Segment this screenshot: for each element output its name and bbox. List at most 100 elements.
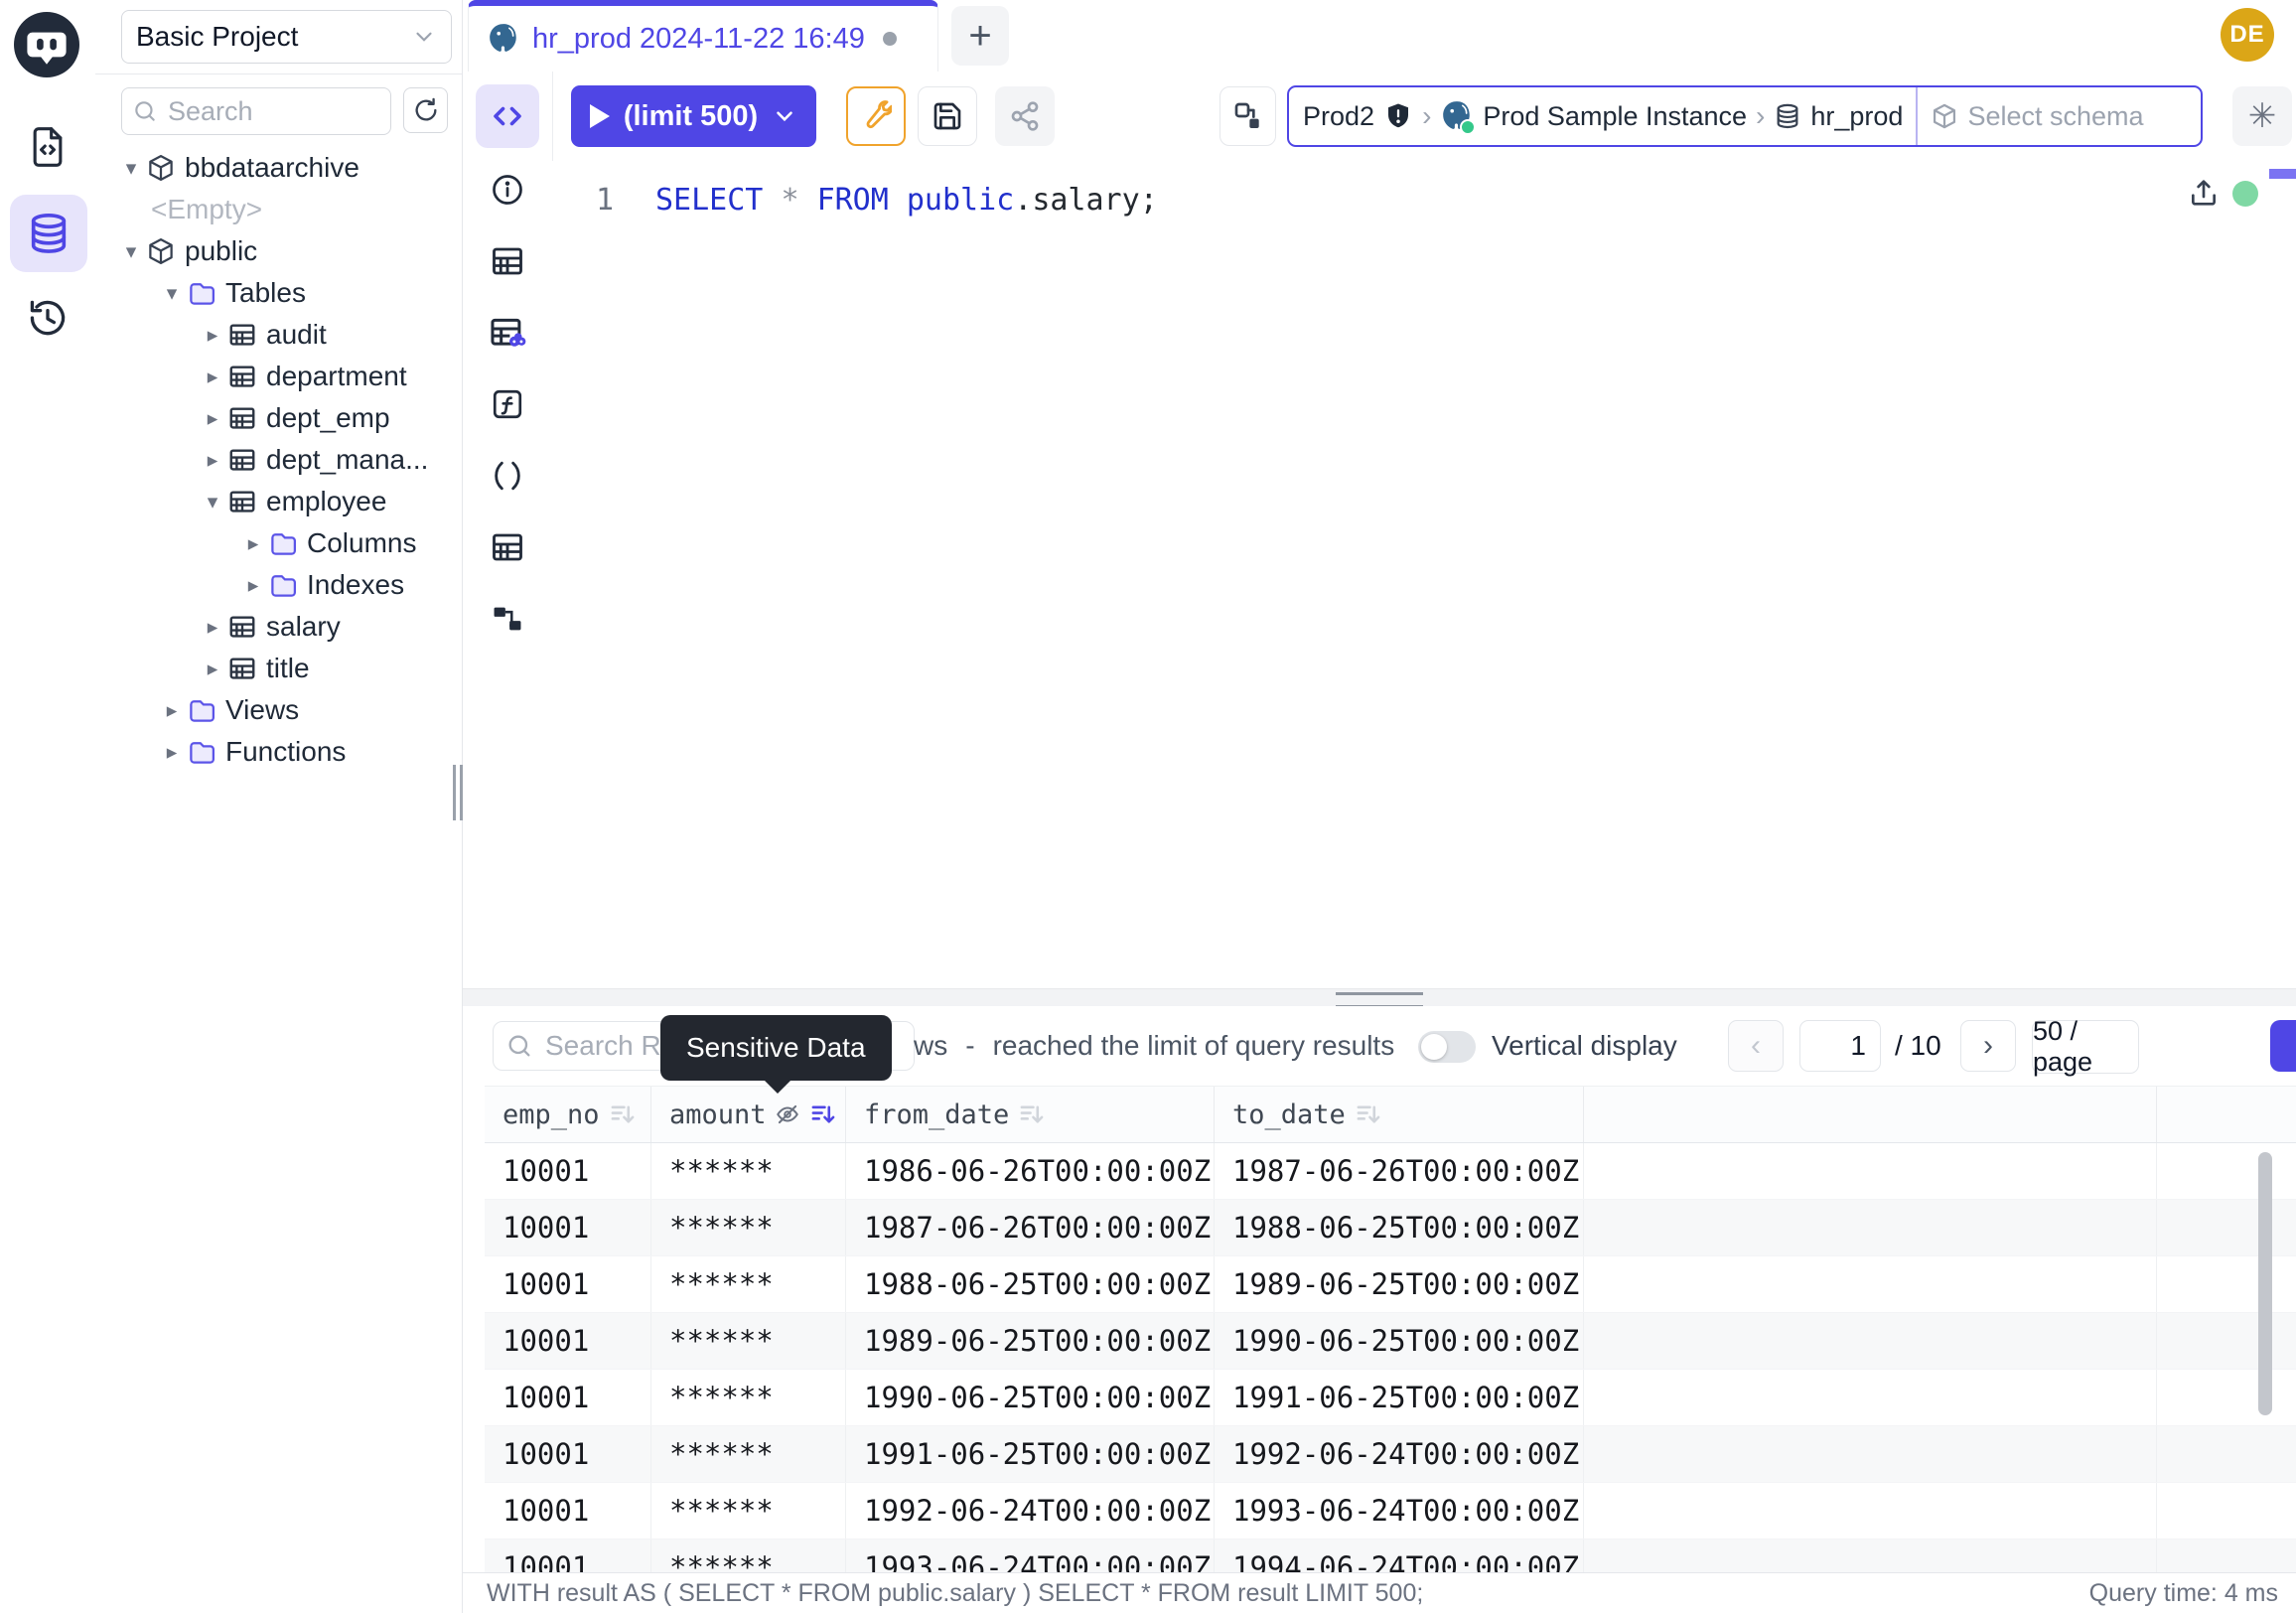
column-header-to_date[interactable]: to_date bbox=[1215, 1087, 1584, 1142]
caret-right-icon[interactable]: ▸ bbox=[199, 406, 226, 431]
column-header-amount[interactable]: amount bbox=[651, 1087, 846, 1142]
parentheses-icon[interactable] bbox=[463, 440, 552, 512]
tree-item-tables[interactable]: ▾Tables bbox=[95, 272, 462, 314]
table-cell[interactable]: 1988-06-25T00:00:00Z bbox=[846, 1256, 1215, 1312]
table-cell[interactable]: 10001 bbox=[485, 1483, 651, 1539]
tables-icon[interactable] bbox=[463, 225, 552, 297]
eye-off-icon[interactable] bbox=[775, 1101, 800, 1127]
caret-down-icon[interactable]: ▾ bbox=[199, 490, 226, 514]
ai-assistant-icon[interactable]: ✳ bbox=[2232, 86, 2292, 146]
table-row[interactable]: 10001******1987-06-26T00:00:00Z1988-06-2… bbox=[485, 1200, 2296, 1256]
caret-right-icon[interactable]: ▸ bbox=[239, 531, 267, 556]
caret-right-icon[interactable]: ▸ bbox=[199, 657, 226, 681]
save-icon[interactable] bbox=[918, 86, 977, 146]
tree-item-employee[interactable]: ▾employee bbox=[95, 481, 462, 522]
table-cell[interactable]: 10001 bbox=[485, 1313, 651, 1369]
table-row[interactable]: 10001******1992-06-24T00:00:00Z1993-06-2… bbox=[485, 1483, 2296, 1540]
code-editor-tab-icon[interactable] bbox=[476, 84, 539, 148]
table-cell[interactable] bbox=[1584, 1540, 2157, 1572]
caret-right-icon[interactable]: ▸ bbox=[199, 365, 226, 389]
user-avatar[interactable]: DE bbox=[2221, 8, 2274, 62]
table-cell[interactable]: 10001 bbox=[485, 1143, 651, 1199]
table-cell[interactable]: 1992-06-24T00:00:00Z bbox=[846, 1483, 1215, 1539]
table-cell[interactable]: 1993-06-24T00:00:00Z bbox=[1215, 1483, 1584, 1539]
page-size-select[interactable]: 50 / page bbox=[2032, 1020, 2139, 1074]
table-row[interactable]: 10001******1993-06-24T00:00:00Z1994-06-2… bbox=[485, 1540, 2296, 1572]
project-selector[interactable]: Basic Project bbox=[121, 10, 452, 64]
table-cell[interactable]: ****** bbox=[651, 1200, 846, 1255]
prev-page-button[interactable]: ‹ bbox=[1728, 1020, 1784, 1072]
tree-item-columns[interactable]: ▸Columns bbox=[95, 522, 462, 564]
connection-breadcrumb[interactable]: Prod2 › Prod Sample Instance › bbox=[1287, 85, 2203, 147]
sort-icon-active[interactable] bbox=[810, 1102, 836, 1126]
tree-item-dept-mana-[interactable]: ▸dept_mana... bbox=[95, 439, 462, 481]
tree-item--empty-[interactable]: <Empty> bbox=[95, 189, 462, 230]
table-cell[interactable] bbox=[1584, 1313, 2157, 1369]
tree-item-views[interactable]: ▸Views bbox=[95, 689, 462, 731]
info-icon[interactable] bbox=[463, 154, 552, 225]
table-cell[interactable]: 1992-06-24T00:00:00Z bbox=[1215, 1426, 1584, 1482]
tree-item-department[interactable]: ▸department bbox=[95, 356, 462, 397]
history-icon[interactable] bbox=[0, 290, 95, 346]
tree-item-title[interactable]: ▸title bbox=[95, 648, 462, 689]
share-icon[interactable] bbox=[995, 86, 1055, 146]
table-cell[interactable]: ****** bbox=[651, 1426, 846, 1482]
sort-icon[interactable] bbox=[1356, 1102, 1381, 1126]
table-cell[interactable]: 1991-06-25T00:00:00Z bbox=[846, 1426, 1215, 1482]
caret-right-icon[interactable]: ▸ bbox=[158, 740, 186, 765]
tree-item-dept-emp[interactable]: ▸dept_emp bbox=[95, 397, 462, 439]
tab-hr-prod[interactable]: hr_prod 2024-11-22 16:49 bbox=[468, 0, 938, 72]
table-cell[interactable] bbox=[1584, 1483, 2157, 1539]
table-cell[interactable]: 10001 bbox=[485, 1256, 651, 1312]
caret-right-icon[interactable]: ▸ bbox=[239, 573, 267, 598]
next-page-button[interactable]: › bbox=[1960, 1020, 2016, 1072]
table-cell[interactable]: 10001 bbox=[485, 1540, 651, 1572]
refresh-icon[interactable] bbox=[403, 87, 448, 133]
sort-icon[interactable] bbox=[610, 1102, 636, 1126]
tree-search-input[interactable] bbox=[166, 95, 349, 128]
bytebase-logo-icon[interactable] bbox=[14, 12, 79, 77]
table-row[interactable]: 10001******1988-06-25T00:00:00Z1989-06-2… bbox=[485, 1256, 2296, 1313]
table-cell[interactable] bbox=[1584, 1426, 2157, 1482]
wrench-icon[interactable] bbox=[846, 86, 906, 146]
table-cell[interactable]: 1986-06-26T00:00:00Z bbox=[846, 1143, 1215, 1199]
upload-icon[interactable] bbox=[2188, 177, 2220, 209]
caret-right-icon[interactable]: ▸ bbox=[158, 698, 186, 723]
sort-icon[interactable] bbox=[1019, 1102, 1045, 1126]
table-cell[interactable] bbox=[1584, 1256, 2157, 1312]
table-cell[interactable]: ****** bbox=[651, 1370, 846, 1425]
table-row[interactable]: 10001******1989-06-25T00:00:00Z1990-06-2… bbox=[485, 1313, 2296, 1370]
table-cell[interactable]: ****** bbox=[651, 1483, 846, 1539]
caret-down-icon[interactable]: ▾ bbox=[117, 239, 145, 264]
tree-item-functions[interactable]: ▸Functions bbox=[95, 731, 462, 773]
table-cell[interactable]: 1989-06-25T00:00:00Z bbox=[846, 1313, 1215, 1369]
caret-right-icon[interactable]: ▸ bbox=[199, 448, 226, 473]
table-cell[interactable]: 1988-06-25T00:00:00Z bbox=[1215, 1200, 1584, 1255]
table-cell[interactable]: 1987-06-26T00:00:00Z bbox=[846, 1200, 1215, 1255]
results-side-accent-button[interactable] bbox=[2270, 1020, 2296, 1072]
table-row[interactable]: 10001******1990-06-25T00:00:00Z1991-06-2… bbox=[485, 1370, 2296, 1426]
batch-query-icon[interactable] bbox=[1220, 86, 1276, 146]
table-cell[interactable]: ****** bbox=[651, 1313, 846, 1369]
database-nav-icon[interactable] bbox=[10, 195, 87, 272]
table-cell[interactable]: ****** bbox=[651, 1143, 846, 1199]
vertical-display-toggle[interactable] bbox=[1418, 1031, 1476, 1063]
caret-right-icon[interactable]: ▸ bbox=[199, 615, 226, 640]
table-cell[interactable]: 1987-06-26T00:00:00Z bbox=[1215, 1143, 1584, 1199]
tree-item-salary[interactable]: ▸salary bbox=[95, 606, 462, 648]
table-cell[interactable] bbox=[1584, 1143, 2157, 1199]
table-cell[interactable]: 1990-06-25T00:00:00Z bbox=[846, 1370, 1215, 1425]
table-cell[interactable]: 10001 bbox=[485, 1370, 651, 1425]
tree-item-indexes[interactable]: ▸Indexes bbox=[95, 564, 462, 606]
table-cell[interactable]: 1993-06-24T00:00:00Z bbox=[846, 1540, 1215, 1572]
masked-table-icon[interactable] bbox=[463, 297, 552, 368]
column-header-from_date[interactable]: from_date bbox=[846, 1087, 1215, 1142]
editor-results-divider[interactable] bbox=[463, 988, 2296, 1008]
table-cell[interactable]: 1991-06-25T00:00:00Z bbox=[1215, 1370, 1584, 1425]
function-icon[interactable] bbox=[463, 368, 552, 440]
table-cell[interactable] bbox=[1584, 1370, 2157, 1425]
results-scrollbar[interactable] bbox=[2258, 1152, 2272, 1415]
table-row[interactable]: 10001******1991-06-25T00:00:00Z1992-06-2… bbox=[485, 1426, 2296, 1483]
table-cell[interactable]: ****** bbox=[651, 1256, 846, 1312]
tree-item-public[interactable]: ▾public bbox=[95, 230, 462, 272]
